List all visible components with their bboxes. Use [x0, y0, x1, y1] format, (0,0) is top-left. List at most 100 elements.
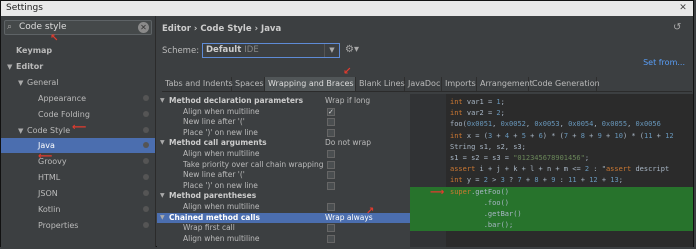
sidebar-item-label: Editor [16, 61, 44, 71]
project-settings-icon [143, 94, 149, 101]
sidebar-item-label: Appearance [38, 93, 87, 103]
option-group-row[interactable]: ▼ Method call arguments Do not wrap [157, 138, 410, 148]
set-from-link[interactable]: Set from... [643, 58, 685, 67]
code-line: s1 = s2 = s3 = "012345678901456"; [450, 154, 590, 162]
annotation-arrow-icon: ↖ [50, 33, 59, 44]
sidebar-item-general[interactable]: ▼ General [1, 75, 155, 90]
option-checkbox[interactable] [327, 128, 335, 137]
wrapping-options-table: ▼ Method declaration parameters Wrap if lo… [157, 94, 410, 247]
annotation-arrow-icon: ⟵ [38, 151, 53, 162]
option-row[interactable]: New line after '(' [157, 117, 410, 127]
code-preview: int var1 = 1; int var2 = 2; foo(0x0051, 0x… [410, 94, 693, 247]
option-row[interactable]: Align when multiline [157, 149, 410, 159]
option-row[interactable]: New line after '(' [157, 170, 410, 180]
option-row[interactable]: Align when multiline [157, 234, 410, 244]
project-settings-icon [143, 158, 149, 165]
sidebar-item-properties[interactable]: Properties [1, 218, 155, 233]
option-row[interactable]: Place ')' on new line [157, 181, 410, 191]
option-checkbox[interactable] [327, 118, 335, 127]
scheme-label: Scheme: [162, 46, 200, 56]
project-settings-icon [143, 110, 149, 117]
sidebar-item-label: Code Style [27, 125, 71, 135]
tab-tabs-and-indents[interactable]: Tabs and Indents [162, 77, 233, 91]
option-checkbox[interactable] [327, 107, 335, 117]
tab-code-generation[interactable]: Code Generation [529, 77, 600, 91]
scheme-name: Default [206, 45, 242, 55]
sidebar-item-editor[interactable]: ▼ Editor [1, 59, 155, 74]
sidebar-item-label: General [27, 77, 59, 87]
collapse-arrow-icon[interactable]: ▼ [160, 138, 165, 148]
project-settings-icon [143, 174, 149, 181]
option-group-row[interactable]: ▼ Method declaration parameters Wrap if lo… [157, 96, 410, 106]
sidebar-item-label: Java [38, 141, 55, 151]
tab-arrangement[interactable]: Arrangement [477, 77, 533, 91]
sidebar-item-label: Properties [38, 220, 79, 230]
sidebar-item-groovy[interactable]: Groovy [1, 154, 155, 169]
option-row[interactable]: Align when multiline [157, 107, 410, 117]
tab-wrapping-and-braces[interactable]: Wrapping and Braces [265, 77, 356, 91]
tab-javadoc[interactable]: JavaDoc [405, 77, 442, 91]
clear-search-icon[interactable]: ✕ [138, 22, 149, 33]
option-label: Align when multiline [183, 233, 260, 243]
annotation-arrow-icon: ⟵ [72, 122, 87, 133]
sidebar-item-appearance[interactable]: Appearance [1, 91, 155, 106]
annotation-arrow-icon: ↙ [343, 66, 352, 77]
breadcrumb: Editor › Code Style › Java [162, 24, 282, 34]
collapse-arrow-icon[interactable]: ▼ [160, 191, 165, 201]
sidebar-item-json[interactable]: JSON [1, 186, 155, 201]
gear-icon[interactable]: ⚙▾ [345, 44, 359, 55]
code-line: .getBar() [450, 210, 522, 218]
sidebar-item-label: Code Folding [38, 109, 90, 119]
option-value-dropdown[interactable]: Do not wrap [325, 138, 371, 148]
project-settings-icon [143, 190, 149, 197]
search-field[interactable]: ⌕ Code style ✕ [4, 20, 152, 35]
option-checkbox[interactable] [327, 171, 335, 180]
option-checkbox[interactable] [327, 224, 335, 233]
option-row[interactable]: Wrap first call [157, 223, 410, 233]
expand-arrow-icon[interactable]: ▼ [7, 60, 16, 75]
sidebar-item-label: Kotlin [38, 205, 61, 214]
close-icon[interactable]: ✕ [677, 2, 689, 14]
window-title: Settings [6, 3, 43, 13]
search-input[interactable]: Code style [19, 22, 66, 32]
option-row[interactable]: Place ')' on new line [157, 128, 410, 138]
code-line: String s1, s2, s3; [450, 142, 526, 151]
sidebar-item-label: JSON [38, 189, 58, 199]
option-label: Align when multiline [183, 106, 260, 116]
search-icon: ⌕ [7, 22, 13, 32]
scheme-dropdown[interactable]: Default IDE ▼ [202, 43, 340, 58]
sidebar-item-code-folding[interactable]: Code Folding [1, 107, 155, 122]
collapse-arrow-icon[interactable]: ▼ [160, 96, 165, 106]
sidebar-item-kotlin[interactable]: Kotlin [1, 202, 155, 217]
chevron-down-icon[interactable]: ▼ [324, 44, 339, 57]
option-checkbox[interactable] [327, 181, 335, 190]
option-label: Align when multiline [183, 202, 260, 211]
option-label: Method parentheses [169, 191, 257, 201]
code-line: .bar(); [450, 221, 514, 230]
option-row[interactable]: Take priority over call chain wrapping [157, 160, 410, 170]
tab-blank-lines[interactable]: Blank Lines [356, 77, 405, 91]
sidebar-item-label: HTML [38, 173, 61, 183]
code-line: int y = 2 > 3 ? 7 + 8 + 9 : 11 + 12 + 13… [450, 176, 623, 185]
sidebar-item-keymap[interactable]: Keymap [1, 43, 155, 58]
option-checkbox[interactable] [327, 160, 335, 169]
option-checkbox[interactable] [327, 234, 335, 243]
sidebar-item-java[interactable]: Java [1, 138, 155, 154]
expand-arrow-icon[interactable]: ▼ [18, 76, 27, 91]
expand-arrow-icon[interactable]: ▼ [18, 124, 27, 139]
reset-icon[interactable]: ↺ [673, 22, 685, 34]
code-line: super.getFoo() [450, 187, 510, 196]
option-group-row[interactable]: ▼ Method parentheses [157, 191, 410, 201]
code-line: foo(0x0051, 0x0052, 0x0053, 0x0054, 0x00… [450, 120, 661, 129]
code-line: int var1 = 1; [450, 98, 505, 106]
option-checkbox[interactable] [327, 150, 335, 158]
project-settings-icon [143, 142, 149, 149]
option-checkbox[interactable] [327, 203, 335, 211]
tab-bar: Tabs and Indents Spaces Wrapping and Bra… [162, 77, 692, 92]
sidebar-item-html[interactable]: HTML [1, 170, 155, 185]
tab-spaces[interactable]: Spaces [232, 77, 265, 91]
collapse-arrow-icon[interactable]: ▼ [160, 213, 165, 223]
option-value-dropdown[interactable]: Wrap if long [325, 96, 370, 106]
option-label: Take priority over call chain wrapping [183, 159, 324, 169]
tab-imports[interactable]: Imports [442, 77, 477, 91]
